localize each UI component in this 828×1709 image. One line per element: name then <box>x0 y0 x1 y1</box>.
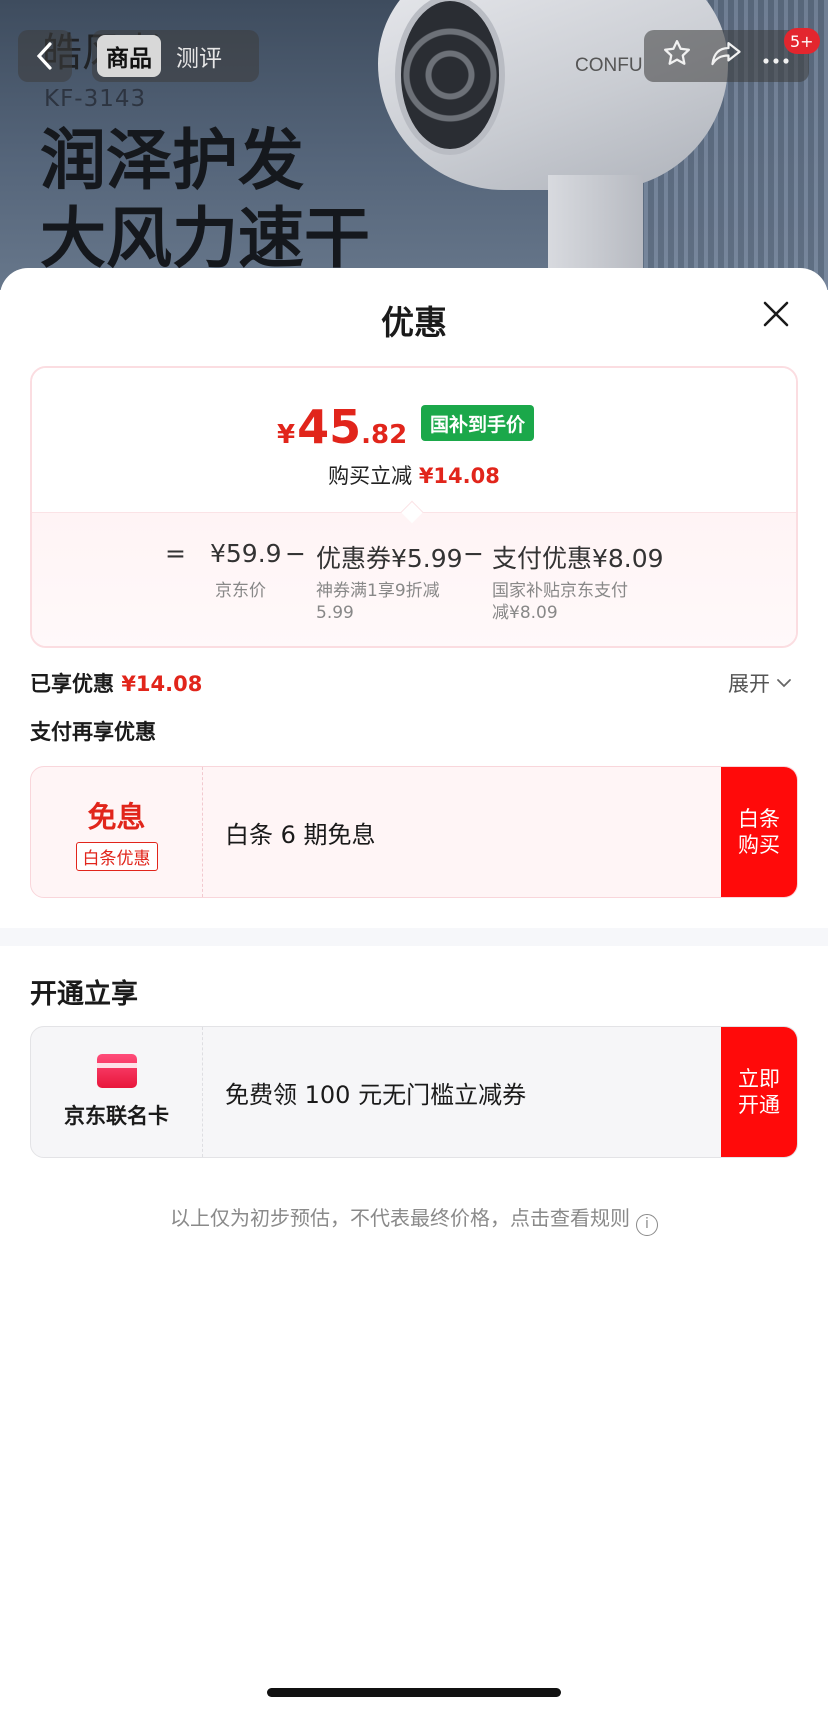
instant-discount-value: ¥14.08 <box>418 464 500 488</box>
hair-dryer-grill <box>395 0 505 155</box>
slogan-line-1: 润泽护发 <box>40 122 304 199</box>
share-icon[interactable] <box>706 38 746 75</box>
price-breakdown: = ¥59.9 京东价 − 优惠券¥5.99 神券满1享9折减 5.99 − 支… <box>32 512 796 646</box>
cobrand-card-name: 京东联名卡 <box>64 1104 169 1128</box>
final-price-decimal: .82 <box>361 420 408 450</box>
pay-desc-line2: 减¥8.09 <box>492 603 558 623</box>
rules-disclaimer[interactable]: 以上仅为初步预估，不代表最终价格，点击查看规则 i <box>0 1202 828 1236</box>
coupon-discount: 优惠券¥5.99 <box>316 544 463 573</box>
discount-sheet: 优惠 ¥ 45 .82 国补到手价 购买立减 ¥14.08 = ¥59.9 京东… <box>0 268 828 1709</box>
banner-model: KF-3143 <box>44 86 147 112</box>
message-badge: 5+ <box>784 28 820 54</box>
interest-free-label: 免息 <box>87 799 146 834</box>
section-divider <box>0 928 828 946</box>
pay-desc-line1: 国家补贴京东支付 <box>492 581 628 601</box>
pay-more-title: 支付再享优惠 <box>30 720 156 744</box>
tab-product[interactable]: 商品 <box>97 35 161 77</box>
baitiao-offer-description: 白条 6 期免息 <box>225 820 376 849</box>
tab-review[interactable]: 测评 <box>167 35 231 77</box>
expand-label: 展开 <box>728 672 770 696</box>
coupon-desc-line1: 神券满1享9折减 <box>316 581 440 601</box>
disclaimer-text: 以上仅为初步预估，不代表最终价格，点击查看规则 <box>170 1206 630 1230</box>
baitiao-tag: 白条优惠 <box>75 841 158 871</box>
close-button[interactable] <box>756 294 796 334</box>
enjoyed-discount: 已享优惠 ¥14.08 <box>30 668 202 698</box>
payment-discount-description: 国家补贴京东支付 减¥8.09 <box>492 580 628 624</box>
cobrand-card-badge: 京东联名卡 <box>31 1027 203 1157</box>
final-price-currency: ¥ <box>277 420 296 450</box>
nav-tabs: 商品 测评 <box>92 30 259 82</box>
open-section-title: 开通立享 <box>30 979 138 1010</box>
chevron-down-icon <box>777 679 791 688</box>
brand-mark: CONFU <box>575 55 643 76</box>
info-icon[interactable]: i <box>636 1214 658 1236</box>
back-button[interactable] <box>18 30 72 82</box>
final-price-integer: 45 <box>297 400 362 454</box>
cobrand-offer-description: 免费领 100 元无门槛立减券 <box>225 1080 527 1109</box>
open-now-label: 立即 开通 <box>738 1067 780 1117</box>
baitiao-buy-label: 白条 购买 <box>738 807 780 857</box>
minus-sign: − <box>463 539 484 568</box>
minus-sign: − <box>285 539 306 568</box>
star-icon[interactable] <box>657 38 697 75</box>
enjoyed-discount-label: 已享优惠 <box>30 672 114 696</box>
instant-discount: 购买立减 ¥14.08 <box>32 460 796 490</box>
base-price-label: 京东价 <box>215 581 266 601</box>
open-now-button[interactable]: 立即 开通 <box>721 1027 797 1157</box>
final-price: ¥ 45 .82 <box>277 400 407 460</box>
equals-sign: = <box>165 539 186 568</box>
base-price: ¥59.9 <box>210 539 282 568</box>
sheet-title: 优惠 <box>381 303 447 342</box>
enjoyed-discount-value: ¥14.08 <box>121 672 203 696</box>
product-banner: CONFU 皓风者 KF-3143 润泽护发 大风力速干 商品 测评 5+ <box>0 0 828 290</box>
payment-discount: 支付优惠¥8.09 <box>492 544 664 573</box>
subsidy-price-tag: 国补到手价 <box>421 405 535 441</box>
price-top: ¥ 45 .82 国补到手价 购买立减 ¥14.08 <box>32 368 796 512</box>
baitiao-offer-card[interactable]: 免息 白条优惠 白条 6 期免息 白条 购买 <box>30 766 798 898</box>
coupon-desc-line2: 5.99 <box>316 603 354 623</box>
baitiao-buy-button[interactable]: 白条 购买 <box>721 767 797 897</box>
slogan-line-2: 大风力速干 <box>40 200 370 277</box>
expand-button[interactable]: 展开 <box>728 668 792 698</box>
price-summary-card: ¥ 45 .82 国补到手价 购买立减 ¥14.08 = ¥59.9 京东价 −… <box>30 366 798 648</box>
chevron-left-icon <box>36 42 52 70</box>
coupon-description: 神券满1享9折减 5.99 <box>316 580 440 624</box>
cobrand-card-offer[interactable]: 京东联名卡 免费领 100 元无门槛立减券 立即 开通 <box>30 1026 798 1158</box>
instant-discount-label: 购买立减 <box>328 464 413 488</box>
home-indicator <box>267 1688 561 1697</box>
banner-slogan: 润泽护发 大风力速干 <box>40 122 370 278</box>
close-icon <box>763 301 789 327</box>
credit-card-icon <box>96 1054 137 1088</box>
baitiao-offer-badge: 免息 白条优惠 <box>31 767 203 897</box>
